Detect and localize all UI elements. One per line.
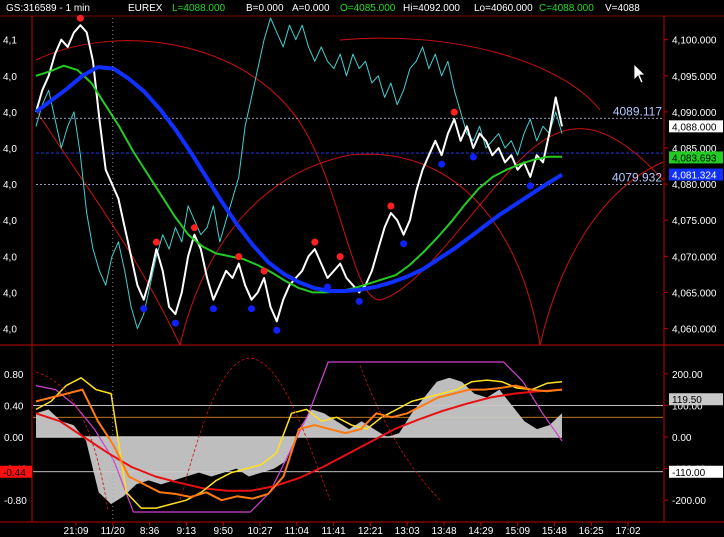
time-tick-label-5: 10:27 <box>247 526 272 537</box>
time-tick-label-6: 11:04 <box>285 526 310 537</box>
time-tick-label-11: 14:29 <box>468 526 493 537</box>
price-left-tick-2: 4,0 <box>3 108 17 119</box>
price-tag-label-1: 4,083.693 <box>672 153 717 164</box>
pivot-high-marker-6 <box>336 253 344 261</box>
price-left-tick-8: 4,0 <box>3 325 17 336</box>
reference-label-1: 4079.932 <box>612 171 662 185</box>
price-left-tick-5: 4,0 <box>3 216 17 227</box>
reference-label-0: 4089.117 <box>613 104 662 118</box>
price-tick-label-5: 4,075.000 <box>672 216 717 227</box>
time-tick-label-1: 11/20 <box>101 526 126 537</box>
pivot-low-marker-8 <box>438 160 446 168</box>
low-label: Lo=4060.000 <box>474 3 533 14</box>
time-tick-label-12: 15:09 <box>505 526 530 537</box>
pivot-low-marker-0 <box>140 305 148 313</box>
pivot-low-marker-1 <box>171 319 179 327</box>
close-label: C=4088.000 <box>539 3 594 14</box>
osc-current-tag-label: -0.44 <box>3 468 26 479</box>
time-tick-label-8: 12:21 <box>358 526 383 537</box>
time-tick-label-0: 21:09 <box>63 526 88 537</box>
bid-label: B=0.000 <box>246 3 284 14</box>
price-tick-label-7: 4,065.000 <box>672 288 717 299</box>
ask-label: A=0.000 <box>292 3 330 14</box>
trading-chart: GS:316589 - 1 min EUREX L=4088.000 B=0.0… <box>0 0 724 537</box>
open-label: O=4085.000 <box>340 3 396 14</box>
pivot-high-marker-1 <box>152 238 160 246</box>
osc-left-tick-0: 0.80 <box>4 370 24 381</box>
pivot-high-marker-5 <box>311 238 319 246</box>
price-tick-label-1: 4,095.000 <box>672 72 717 83</box>
pivot-high-marker-4 <box>260 267 268 275</box>
price-left-tick-7: 4,0 <box>3 288 17 299</box>
pivot-high-marker-7 <box>387 202 395 210</box>
high-label: Hi=4092.000 <box>403 3 460 14</box>
time-tick-label-7: 11:41 <box>321 526 346 537</box>
time-tick-label-4: 9:50 <box>213 526 233 537</box>
price-left-tick-3: 4,0 <box>3 144 17 155</box>
price-left-tick-1: 4,0 <box>3 72 17 83</box>
pivot-low-marker-3 <box>248 305 255 313</box>
time-tick-label-13: 15:48 <box>542 526 567 537</box>
price-tag-label-2: 4,081.324 <box>672 171 717 182</box>
pivot-high-marker-0 <box>76 14 84 22</box>
time-tick-label-10: 13:48 <box>431 526 456 537</box>
pivot-high-marker-3 <box>235 253 243 261</box>
price-left-tick-6: 4,0 <box>3 252 17 263</box>
price-left-axis: 4,1 4,0 4,0 4,0 4,0 4,0 4,0 4,0 4,0 <box>3 36 17 336</box>
pivot-low-marker-10 <box>526 182 534 190</box>
osc-left-tick-1: 0.40 <box>4 401 24 412</box>
price-left-tick-4: 4,0 <box>3 180 17 191</box>
pivot-low-marker-9 <box>469 153 477 161</box>
price-tick-label-4: 4,080.000 <box>672 180 717 191</box>
osc-value-tag-label-0: 119.50 <box>672 395 702 406</box>
time-tick-label-3: 9:13 <box>177 526 197 537</box>
osc-right-tick-0: 200.00 <box>672 370 703 381</box>
pivot-high-marker-2 <box>190 224 198 232</box>
pivot-low-marker-6 <box>355 297 363 305</box>
price-tick-label-8: 4,060.000 <box>672 325 717 336</box>
exchange-label: EUREX <box>128 3 163 14</box>
pivot-low-marker-4 <box>273 326 281 334</box>
osc-right-tick-2: 0.00 <box>672 433 692 444</box>
price-tag-label-0: 4,088.000 <box>672 122 717 133</box>
price-tick-label-0: 4,100.000 <box>672 36 717 47</box>
osc-right-tick-4: -200.00 <box>672 496 706 507</box>
time-tick-label-14: 16:25 <box>579 526 604 537</box>
time-tick-label-9: 13:03 <box>395 526 420 537</box>
time-tick-label-15: 17:02 <box>615 526 640 537</box>
symbol-label: GS:316589 - 1 min <box>6 3 90 14</box>
osc-value-tag-label-1: -110.00 <box>672 468 706 479</box>
price-tick-label-6: 4,070.000 <box>672 252 717 263</box>
last-label: L=4088.000 <box>172 3 226 14</box>
pivot-low-marker-7 <box>400 240 408 248</box>
price-right-axis: 4,100.0004,095.0004,090.0004,085.0004,08… <box>664 36 723 336</box>
volume-label: V=4088 <box>605 3 640 14</box>
osc-left-tick-4: -0.80 <box>4 496 27 507</box>
price-left-tick-0: 4,1 <box>3 36 17 47</box>
pivot-low-marker-5 <box>324 283 331 291</box>
price-tick-label-2: 4,090.000 <box>672 108 717 119</box>
pivot-low-marker-2 <box>209 305 217 313</box>
pivot-high-marker-8 <box>450 108 458 116</box>
time-tick-label-2: 8:36 <box>140 526 160 537</box>
osc-left-tick-2: 0.00 <box>4 433 24 444</box>
